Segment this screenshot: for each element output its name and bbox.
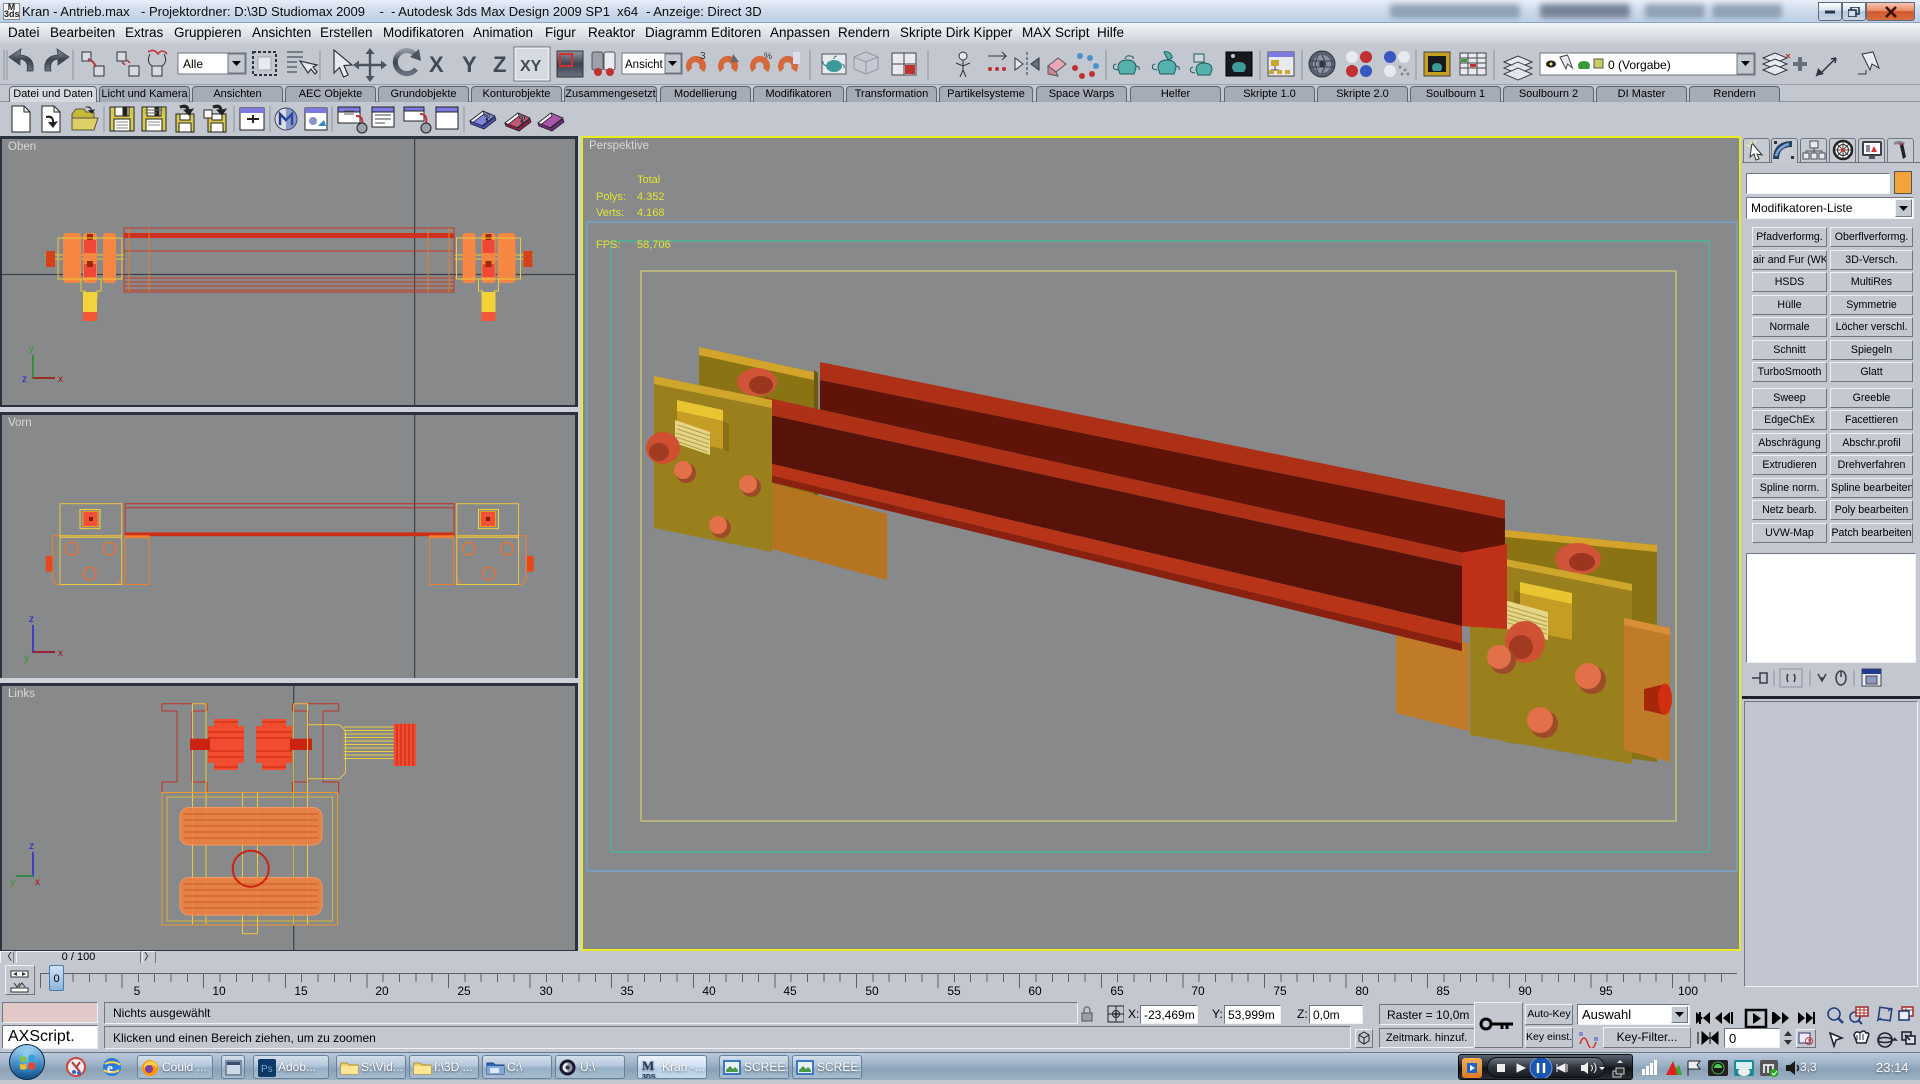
svg-text:Z: Z <box>493 52 506 77</box>
svg-text:Total: Total <box>637 174 660 186</box>
svg-text:M: M <box>642 1058 654 1073</box>
svg-text:X: X <box>429 52 444 77</box>
svg-text:z: z <box>29 841 34 852</box>
svg-text:x: x <box>35 877 40 888</box>
svg-text:Ps: Ps <box>261 1064 273 1075</box>
svg-text:FPS:: FPS: <box>596 239 620 251</box>
svg-text:3DS: 3DS <box>642 1074 656 1079</box>
svg-text:z: z <box>22 374 27 385</box>
svg-text:y: y <box>29 344 34 355</box>
svg-text:Polys:: Polys: <box>596 191 626 203</box>
svg-text:?: ? <box>484 113 490 124</box>
svg-text:XY: XY <box>520 58 542 75</box>
svg-text:%: % <box>764 51 772 61</box>
svg-text:z: z <box>29 614 34 625</box>
svg-text:e: e <box>107 1060 113 1075</box>
svg-text:?: ? <box>519 115 525 126</box>
svg-text:y: y <box>24 653 29 664</box>
svg-text:4.352: 4.352 <box>637 191 665 203</box>
svg-text:4.168: 4.168 <box>637 207 665 219</box>
svg-text:x: x <box>58 374 63 385</box>
svg-text:Verts:: Verts: <box>596 207 624 219</box>
svg-text:Ansicht: Ansicht <box>625 59 664 71</box>
svg-text:58,706: 58,706 <box>637 239 671 251</box>
svg-text:0 (Vorgabe): 0 (Vorgabe) <box>1608 58 1671 72</box>
svg-text:Alle: Alle <box>183 57 203 71</box>
svg-text:Y: Y <box>462 52 477 77</box>
svg-text:3: 3 <box>700 51 706 62</box>
svg-text:x: x <box>58 648 63 659</box>
svg-text:y: y <box>10 877 15 888</box>
